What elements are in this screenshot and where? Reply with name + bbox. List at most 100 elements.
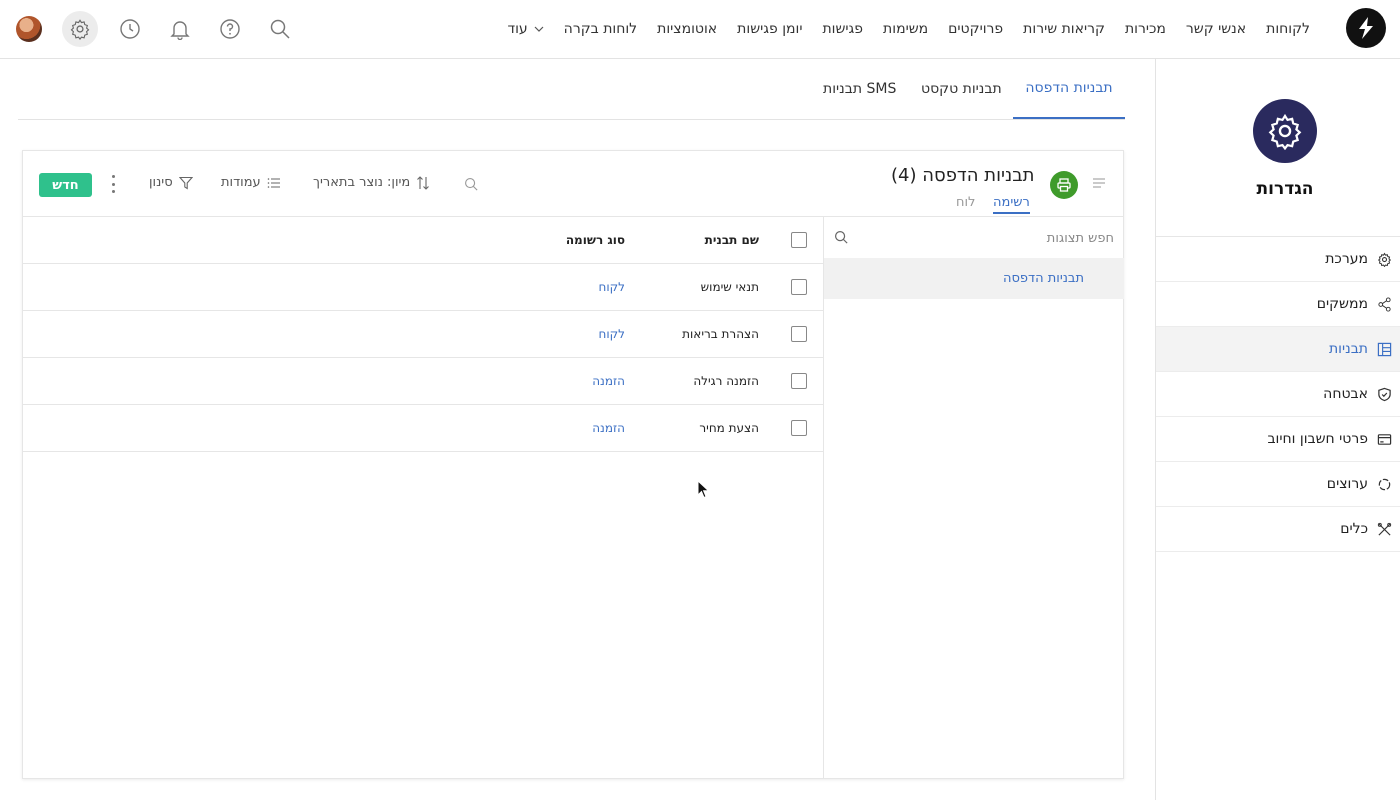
gear-icon (1376, 251, 1392, 267)
search-icon[interactable] (464, 177, 479, 192)
table-row[interactable]: הצהרת בריאות לקוח (23, 311, 823, 358)
column-header-name[interactable]: שם תבנית (705, 233, 759, 247)
table-row[interactable]: הזמנה רגילה הזמנה (23, 358, 823, 405)
record-type-cell: לקוח (599, 280, 625, 294)
bell-icon (170, 21, 190, 40)
row-checkbox[interactable] (791, 420, 807, 436)
template-tabs: תבניות הדפסה תבניות טקסט תבניות SMS (18, 59, 1125, 120)
sidebar-item-label: אבטחה (1323, 386, 1368, 402)
nav-item-automations[interactable]: אוטומציות (647, 21, 727, 37)
mouse-cursor-icon (697, 480, 710, 499)
help-button[interactable] (212, 11, 248, 47)
panel-header: תבניות הדפסה (4) רשימה לוח מיון: נוצר בת… (23, 151, 1123, 217)
sidebar-item-security[interactable]: אבטחה (1156, 372, 1400, 417)
sidebar-item-integrations[interactable]: ממשקים (1156, 282, 1400, 327)
chevron-down-icon (534, 26, 544, 32)
channels-icon (1376, 476, 1392, 492)
record-type-cell: הזמנה (592, 374, 625, 388)
record-type-cell: לקוח (599, 327, 625, 341)
views-search (824, 217, 1124, 258)
nav-more-label: עוד (507, 21, 528, 37)
template-name[interactable]: הצעת מחיר (699, 421, 759, 435)
filter-button[interactable]: סינון (149, 175, 193, 190)
nav-item-projects[interactable]: פרויקטים (938, 21, 1013, 37)
subtab-list[interactable]: רשימה (993, 195, 1030, 214)
panel-title: תבניות הדפסה (4) (891, 165, 1034, 186)
history-button[interactable] (112, 11, 148, 47)
sidebar-item-channels[interactable]: ערוצים (1156, 462, 1400, 507)
app-logo[interactable] (1346, 8, 1386, 48)
notifications-button[interactable] (162, 11, 198, 47)
template-icon (1376, 341, 1392, 357)
menu-lines-icon[interactable] (1091, 175, 1107, 191)
panel-title-text: תבניות הדפסה (922, 165, 1035, 186)
columns-button[interactable]: עמודות (221, 175, 281, 190)
view-item-print-templates[interactable]: תבניות הדפסה (824, 258, 1124, 299)
nav-item-contacts[interactable]: אנשי קשר (1176, 21, 1256, 37)
nav-item-meetings[interactable]: פגישות (812, 21, 873, 37)
subtab-board[interactable]: לוח (956, 195, 975, 210)
nav-item-service-calls[interactable]: קריאות שירות (1013, 21, 1115, 37)
more-options-button[interactable] (109, 175, 117, 193)
new-template-button[interactable]: חדש (39, 173, 92, 197)
tools-icon (1376, 521, 1392, 537)
sidebar-title: הגדרות (1256, 179, 1314, 199)
sidebar-item-label: כלים (1340, 521, 1368, 537)
filter-icon (178, 176, 193, 189)
tab-text-templates[interactable]: תבניות טקסט (909, 59, 1014, 119)
nav-item-sales[interactable]: מכירות (1115, 21, 1176, 37)
table-header-row: שם תבנית סוג רשומה (23, 217, 823, 264)
list-icon (267, 177, 280, 188)
sidebar-item-label: פרטי חשבון וחיוב (1267, 431, 1368, 447)
templates-panel: תבניות הדפסה (4) רשימה לוח מיון: נוצר בת… (22, 150, 1124, 779)
sidebar-item-label: ערוצים (1326, 476, 1368, 492)
top-bar: לקוחות אנשי קשר מכירות קריאות שירות פרוי… (0, 0, 1400, 59)
share-icon (1376, 296, 1392, 312)
sidebar-item-label: מערכת (1325, 251, 1368, 267)
views-pane: תבניות הדפסה (823, 217, 1124, 778)
tab-print-templates[interactable]: תבניות הדפסה (1013, 59, 1125, 119)
nav-item-calendar[interactable]: יומן פגישות (727, 21, 812, 37)
user-avatar[interactable] (16, 16, 42, 42)
nav-item-customers[interactable]: לקוחות (1256, 21, 1320, 37)
nav-more-menu[interactable]: עוד (497, 21, 553, 37)
sidebar-header: הגדרות (1156, 59, 1400, 237)
sidebar-item-system[interactable]: מערכת (1156, 237, 1400, 282)
sort-label: מיון: נוצר בתאריך (313, 175, 411, 190)
row-checkbox[interactable] (791, 373, 807, 389)
row-checkbox[interactable] (791, 326, 807, 342)
sort-button[interactable]: מיון: נוצר בתאריך (313, 175, 430, 190)
template-name[interactable]: הזמנה רגילה (693, 374, 759, 388)
template-name[interactable]: הצהרת בריאות (682, 327, 759, 341)
record-type-cell: הזמנה (592, 421, 625, 435)
search-button[interactable] (262, 11, 298, 47)
views-search-input[interactable] (854, 225, 1114, 251)
column-header-record-type[interactable]: סוג רשומה (566, 233, 625, 247)
table-row[interactable]: תנאי שימוש לקוח (23, 264, 823, 311)
sidebar-item-templates[interactable]: תבניות (1156, 327, 1400, 372)
table-row[interactable]: הצעת מחיר הזמנה (23, 405, 823, 452)
record-type-link[interactable]: הזמנה (592, 421, 625, 435)
settings-button[interactable] (62, 11, 98, 47)
record-type-link[interactable]: הזמנה (592, 374, 625, 388)
credit-card-icon (1376, 431, 1392, 447)
nav-item-dashboards[interactable]: לוחות בקרה (554, 21, 647, 37)
record-type-link[interactable]: לקוח (599, 280, 625, 294)
select-all-checkbox[interactable] (791, 232, 807, 248)
logo-icon (1359, 17, 1373, 39)
settings-sidebar: הגדרות מערכת ממשקים תבניות אבטחה פרטי חש… (1155, 59, 1400, 800)
tab-sms-templates[interactable]: תבניות SMS (811, 59, 908, 119)
filter-label: סינון (149, 175, 173, 190)
sidebar-item-billing[interactable]: פרטי חשבון וחיוב (1156, 417, 1400, 462)
row-checkbox[interactable] (791, 279, 807, 295)
search-icon (270, 19, 290, 39)
sort-icon (417, 175, 430, 190)
gear-icon (70, 19, 90, 40)
record-type-link[interactable]: לקוח (599, 327, 625, 341)
sidebar-item-tools[interactable]: כלים (1156, 507, 1400, 552)
nav-item-tasks[interactable]: משימות (873, 21, 938, 37)
search-icon (834, 230, 848, 244)
template-name[interactable]: תנאי שימוש (701, 280, 759, 294)
sidebar-item-label: ממשקים (1316, 296, 1368, 312)
gear-icon (1268, 113, 1302, 150)
